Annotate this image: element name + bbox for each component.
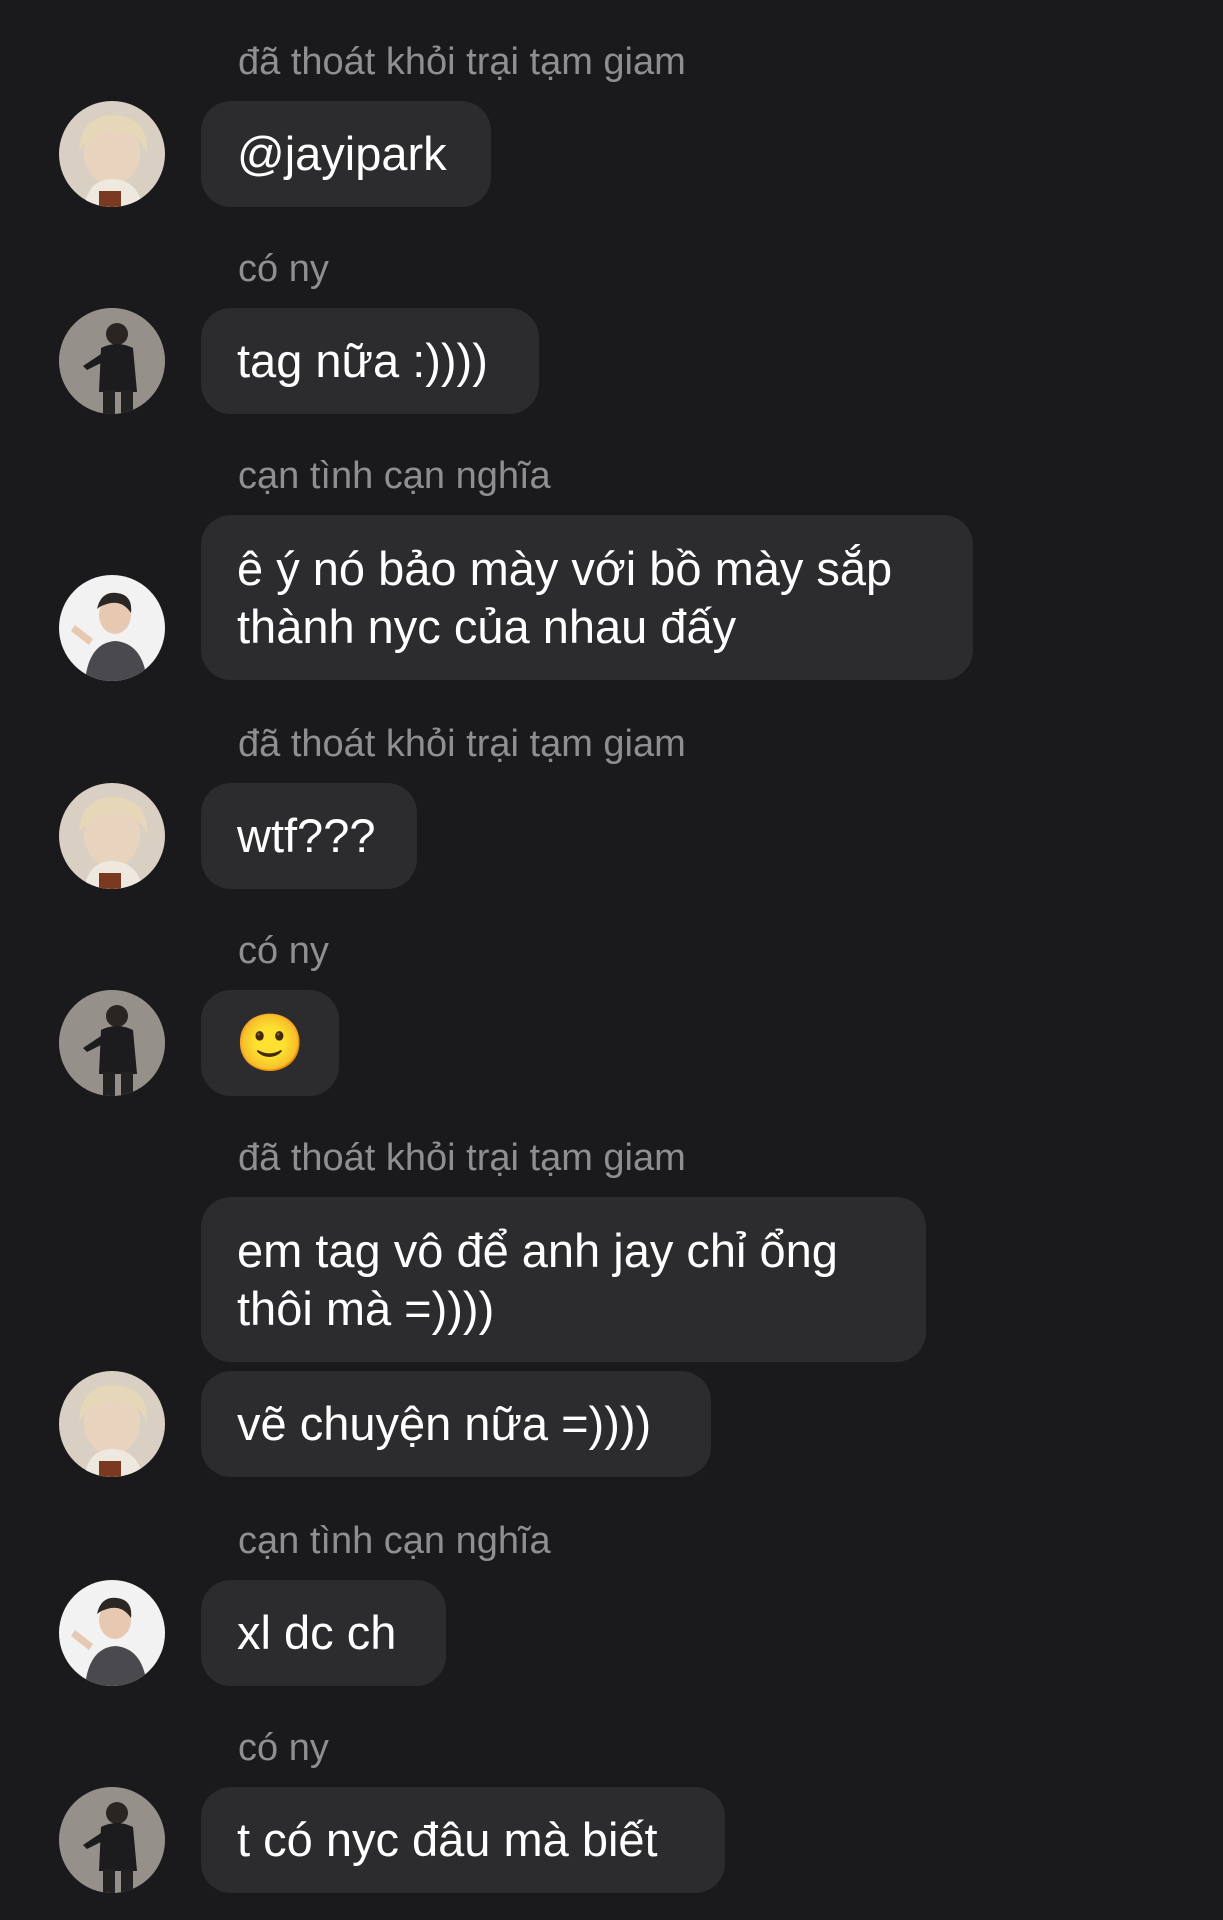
message-bubble[interactable]: tag nữa :)))) bbox=[201, 308, 539, 414]
sender-name: đã thoát khỏi trại tạm giam bbox=[238, 723, 686, 765]
sender-name: đã thoát khỏi trại tạm giam bbox=[238, 41, 686, 83]
message-bubble[interactable]: @jayipark bbox=[201, 101, 491, 207]
message-bubble[interactable]: ê ý nó bảo mày với bồ mày sắp thành nyc … bbox=[201, 515, 973, 680]
message-text: wtf??? bbox=[237, 809, 376, 862]
message-text: em tag vô để anh jay chỉ ổng thôi mà =))… bbox=[237, 1223, 838, 1335]
message-bubble[interactable]: t có nyc đâu mà biết bbox=[201, 1787, 725, 1893]
message-bubble[interactable]: em tag vô để anh jay chỉ ổng thôi mà =))… bbox=[201, 1197, 926, 1362]
message-text: vẽ chuyện nữa =)))) bbox=[237, 1397, 652, 1450]
avatar-blond[interactable] bbox=[59, 1371, 165, 1477]
sender-name: cạn tình cạn nghĩa bbox=[238, 1520, 551, 1562]
sender-name: cạn tình cạn nghĩa bbox=[238, 455, 551, 497]
sender-name: có ny bbox=[238, 930, 329, 972]
message-text: t có nyc đâu mà biết bbox=[237, 1813, 658, 1866]
avatar-dark-suit[interactable] bbox=[59, 308, 165, 414]
message-bubble[interactable]: 🙂 bbox=[201, 990, 339, 1096]
avatar-dark-suit[interactable] bbox=[59, 1787, 165, 1893]
chat-thread: đã thoát khỏi trại tạm giam @jayipark có… bbox=[0, 0, 1223, 1920]
sender-name: đã thoát khỏi trại tạm giam bbox=[238, 1137, 686, 1179]
message-text: tag nữa :)))) bbox=[237, 334, 488, 387]
avatar-white-bg[interactable] bbox=[59, 575, 165, 681]
slightly-smiling-face-emoji: 🙂 bbox=[235, 1011, 305, 1074]
avatar-white-bg[interactable] bbox=[59, 1580, 165, 1686]
message-text: ê ý nó bảo mày với bồ mày sắp thành nyc … bbox=[237, 541, 893, 653]
message-bubble[interactable]: wtf??? bbox=[201, 783, 417, 889]
avatar-blond[interactable] bbox=[59, 101, 165, 207]
avatar-dark-suit[interactable] bbox=[59, 990, 165, 1096]
message-bubble[interactable]: vẽ chuyện nữa =)))) bbox=[201, 1371, 711, 1477]
sender-name: có ny bbox=[238, 248, 329, 290]
message-text: @jayipark bbox=[237, 127, 447, 180]
message-text: xl dc ch bbox=[237, 1606, 397, 1659]
avatar-blond[interactable] bbox=[59, 783, 165, 889]
message-bubble[interactable]: xl dc ch bbox=[201, 1580, 446, 1686]
sender-name: có ny bbox=[238, 1727, 329, 1769]
